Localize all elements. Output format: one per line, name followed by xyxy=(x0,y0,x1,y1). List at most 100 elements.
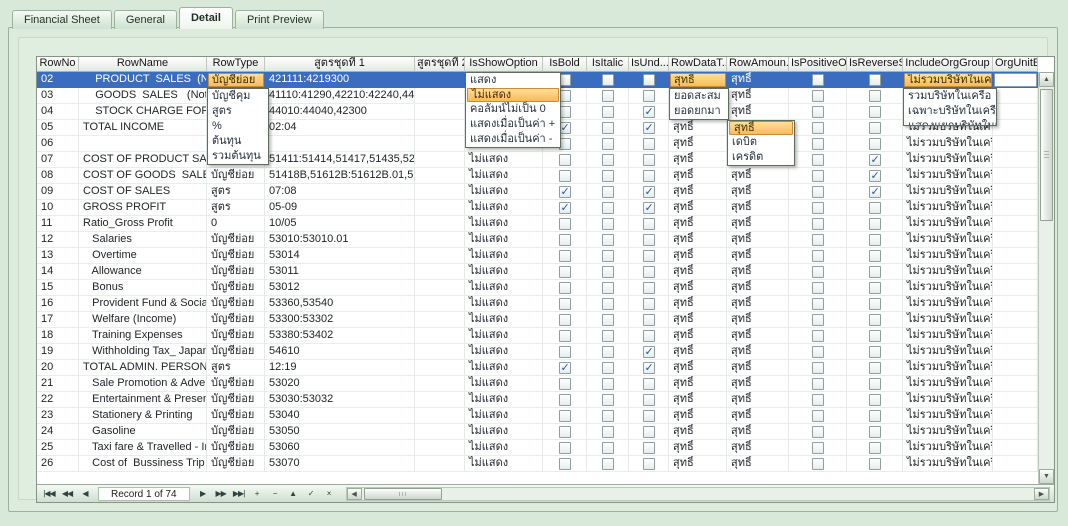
cell-italic[interactable] xyxy=(587,296,629,312)
cell-amount[interactable]: สุทธิ์ xyxy=(727,216,789,232)
column-header-org[interactable]: IncludeOrgGroup xyxy=(903,57,993,72)
cell-show[interactable]: ไม่แสดง xyxy=(465,296,543,312)
horizontal-scrollbar[interactable]: ◀ ▶ xyxy=(346,487,1050,501)
cell-amount[interactable]: สุทธิ์ xyxy=(727,248,789,264)
cell-pos[interactable] xyxy=(789,344,847,360)
cell-bold[interactable] xyxy=(543,408,587,424)
cell-pos[interactable] xyxy=(789,88,847,104)
cell-italic[interactable] xyxy=(587,280,629,296)
checkbox-italic[interactable] xyxy=(602,138,614,150)
cell-orgunit[interactable] xyxy=(993,264,1038,280)
cell-pos[interactable] xyxy=(789,280,847,296)
checkbox-bold[interactable] xyxy=(559,362,571,374)
cell-und[interactable] xyxy=(629,264,669,280)
cell-bold[interactable] xyxy=(543,296,587,312)
cell-amount[interactable]: สุทธิ์ xyxy=(727,456,789,472)
checkbox-italic[interactable] xyxy=(602,410,614,422)
cell-amount[interactable]: สุทธิ์ xyxy=(727,360,789,376)
cell-no[interactable]: 22 xyxy=(37,392,79,408)
row-data-type-editor[interactable]: สุทธิ์ xyxy=(670,73,726,87)
cell-name[interactable]: COST OF GOODS SALES xyxy=(79,168,207,184)
cell-no[interactable]: 25 xyxy=(37,440,79,456)
cell-bold[interactable] xyxy=(543,216,587,232)
cell-name[interactable]: STOCK CHARGE FOR B.O.I ... xyxy=(79,104,207,120)
cell-amount[interactable]: สุทธิ์ xyxy=(727,440,789,456)
dropdown-item[interactable]: สูตร xyxy=(208,104,268,119)
cell-rev[interactable] xyxy=(847,456,903,472)
checkbox-pos[interactable] xyxy=(812,250,824,262)
checkbox-und[interactable] xyxy=(643,106,655,118)
checkbox-und[interactable] xyxy=(643,74,655,86)
dropdown-item[interactable]: บัญชีคุม xyxy=(208,89,268,104)
checkbox-pos[interactable] xyxy=(812,378,824,390)
cell-f1[interactable]: 53012 xyxy=(265,280,415,296)
cell-name[interactable]: Ratio_Gross Profit xyxy=(79,216,207,232)
cell-f1[interactable]: 53380:53402 xyxy=(265,328,415,344)
cell-no[interactable]: 12 xyxy=(37,232,79,248)
checkbox-rev[interactable] xyxy=(869,330,881,342)
cell-name[interactable]: COST OF SALES xyxy=(79,184,207,200)
cell-no[interactable]: 03 xyxy=(37,88,79,104)
cell-italic[interactable] xyxy=(587,392,629,408)
cell-org[interactable]: ไม่รวมบริษัทในเครือ xyxy=(903,344,993,360)
cell-orgunit[interactable] xyxy=(993,424,1038,440)
cell-orgunit[interactable] xyxy=(993,136,1038,152)
checkbox-italic[interactable] xyxy=(602,186,614,198)
cell-rev[interactable] xyxy=(847,152,903,168)
cell-italic[interactable] xyxy=(587,408,629,424)
cell-type[interactable]: บัญชีย่อย xyxy=(207,408,265,424)
checkbox-italic[interactable] xyxy=(602,298,614,310)
checkbox-rev[interactable] xyxy=(869,266,881,278)
checkbox-pos[interactable] xyxy=(812,314,824,326)
cell-no[interactable]: 13 xyxy=(37,248,79,264)
cell-amount[interactable]: สุทธิ์ xyxy=(727,312,789,328)
checkbox-und[interactable] xyxy=(643,330,655,342)
cell-bold[interactable] xyxy=(543,344,587,360)
cell-rev[interactable] xyxy=(847,296,903,312)
cell-rev[interactable] xyxy=(847,216,903,232)
cell-show[interactable]: ไม่แสดง xyxy=(465,152,543,168)
cell-orgunit[interactable] xyxy=(993,344,1038,360)
checkbox-rev[interactable] xyxy=(869,378,881,390)
dropdown-item[interactable]: รวมต้นทุน xyxy=(208,149,268,164)
dropdown-item[interactable]: แสดงเมื่อเป็นค่า + xyxy=(466,117,560,132)
cell-und[interactable] xyxy=(629,280,669,296)
cell-name[interactable]: TOTAL ADMIN. PERSONEL EXP... xyxy=(79,360,207,376)
cell-italic[interactable] xyxy=(587,312,629,328)
cell-und[interactable] xyxy=(629,152,669,168)
cell-org[interactable]: ไม่รวมบริษัทในเครือ xyxy=(903,136,993,152)
cell-dtype[interactable]: สุทธิ์ xyxy=(669,392,727,408)
checkbox-italic[interactable] xyxy=(602,266,614,278)
column-header-italic[interactable]: IsItalic xyxy=(587,57,629,72)
checkbox-und[interactable] xyxy=(643,362,655,374)
cell-name[interactable]: PRODUCT SALES (Note 2) xyxy=(79,72,207,88)
cell-name[interactable]: Salaries xyxy=(79,232,207,248)
cell-f2[interactable] xyxy=(415,168,465,184)
cell-f2[interactable] xyxy=(415,360,465,376)
column-header-f2[interactable]: สูตรชุดที่ 2 xyxy=(415,57,465,72)
checkbox-rev[interactable] xyxy=(869,74,881,86)
cell-und[interactable] xyxy=(629,136,669,152)
org-unit-exp-editor[interactable] xyxy=(994,73,1037,87)
cell-italic[interactable] xyxy=(587,360,629,376)
cell-italic[interactable] xyxy=(587,136,629,152)
cell-f2[interactable] xyxy=(415,232,465,248)
table-row-10[interactable]: 10GROSS PROFITสูตร05-09ไม่แสดงสุทธิ์สุทธ… xyxy=(37,200,1038,216)
cell-amount[interactable]: สุทธิ์ xyxy=(727,72,789,88)
cell-f2[interactable] xyxy=(415,408,465,424)
cell-f2[interactable] xyxy=(415,200,465,216)
cell-bold[interactable] xyxy=(543,152,587,168)
cell-show[interactable]: ไม่แสดง xyxy=(465,392,543,408)
cell-italic[interactable] xyxy=(587,456,629,472)
checkbox-bold[interactable] xyxy=(559,154,571,166)
cell-amount[interactable]: สุทธิ์ xyxy=(727,408,789,424)
cell-pos[interactable] xyxy=(789,72,847,88)
checkbox-bold[interactable] xyxy=(559,186,571,198)
cell-f2[interactable] xyxy=(415,424,465,440)
dropdown-item[interactable]: เฉพาะบริษัทในเครือ xyxy=(904,104,996,119)
checkbox-italic[interactable] xyxy=(602,458,614,470)
cell-pos[interactable] xyxy=(789,200,847,216)
cell-und[interactable] xyxy=(629,168,669,184)
column-header-no[interactable]: RowNo xyxy=(37,57,79,72)
nav-next-page[interactable]: ▶▶ xyxy=(212,487,230,501)
